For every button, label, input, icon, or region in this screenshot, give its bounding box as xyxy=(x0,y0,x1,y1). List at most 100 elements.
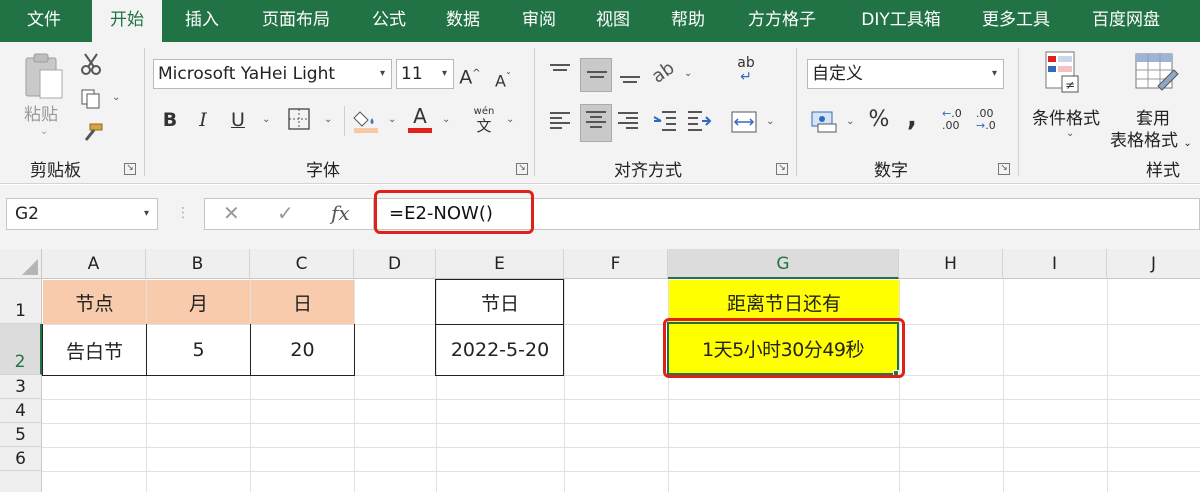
paste-dropdown-icon[interactable]: ⌄ xyxy=(40,126,48,137)
tab-insert[interactable]: 插入 xyxy=(170,0,234,42)
merge-dropdown-icon[interactable]: ⌄ xyxy=(766,116,774,127)
font-name-combo[interactable]: Microsoft YaHei Light ▾ xyxy=(153,59,392,89)
orientation-icon[interactable]: ab xyxy=(648,57,678,87)
row-header-5[interactable]: 5 xyxy=(0,423,42,447)
underline-dropdown-icon[interactable]: ⌄ xyxy=(262,114,270,125)
column-header-b[interactable]: B xyxy=(146,249,250,279)
cancel-icon[interactable]: ✕ xyxy=(223,201,240,225)
row-header-3[interactable]: 3 xyxy=(0,375,42,399)
tab-home[interactable]: 开始 xyxy=(92,0,162,43)
conditional-format-icon[interactable]: ≠ xyxy=(1044,50,1080,100)
align-right-button[interactable] xyxy=(616,108,642,142)
orientation-dropdown-icon[interactable]: ⌄ xyxy=(684,68,692,79)
column-header-e[interactable]: E xyxy=(436,249,564,279)
format-as-table-label-2[interactable]: 表格格式 ⌄ xyxy=(1110,126,1192,151)
font-launcher-icon[interactable]: ↘ xyxy=(516,163,528,175)
tab-page-layout[interactable]: 页面布局 xyxy=(248,0,344,42)
alignment-launcher-icon[interactable]: ↘ xyxy=(776,163,788,175)
format-painter-icon[interactable] xyxy=(80,122,104,148)
phonetic-button[interactable]: wén 文 xyxy=(472,106,496,134)
decrease-indent-button[interactable] xyxy=(652,108,678,138)
increase-decimal-button[interactable]: ←.0 .00 xyxy=(942,108,962,132)
bold-button[interactable]: B xyxy=(158,106,182,134)
row-header-6[interactable]: 6 xyxy=(0,447,42,471)
gridline xyxy=(564,279,565,492)
column-header-g[interactable]: G xyxy=(668,249,899,279)
align-top-button[interactable] xyxy=(546,58,574,90)
tab-fangfang[interactable]: 方方格子 xyxy=(734,0,830,42)
row-header-2[interactable]: 2 xyxy=(0,324,42,375)
font-size-combo[interactable]: 11 ▾ xyxy=(396,59,454,89)
shrink-font-button[interactable]: Aˇ xyxy=(492,64,514,95)
row-header-4[interactable]: 4 xyxy=(0,399,42,423)
alignment-group-label: 对齐方式 xyxy=(614,161,682,181)
select-all-corner[interactable] xyxy=(0,249,42,279)
tab-data[interactable]: 数据 xyxy=(432,0,494,42)
spreadsheet-grid[interactable]: A B C D E F G H I J 1 2 3 4 5 6 节点 月 日 告… xyxy=(0,249,1200,492)
format-as-table-icon[interactable] xyxy=(1134,52,1180,100)
gridline xyxy=(1003,279,1004,492)
wrap-text-button[interactable]: ab ↵ xyxy=(734,56,758,84)
underline-button[interactable]: U xyxy=(226,106,250,134)
cell-a1[interactable]: 节点 xyxy=(43,280,146,324)
column-header-c[interactable]: C xyxy=(250,249,354,279)
tab-help[interactable]: 帮助 xyxy=(656,0,720,42)
ribbon-separator xyxy=(344,106,345,136)
insert-function-icon[interactable]: fx xyxy=(331,201,350,225)
borders-button[interactable] xyxy=(284,104,314,138)
conditional-format-label[interactable]: 条件格式 xyxy=(1032,104,1100,129)
merge-center-button[interactable] xyxy=(730,110,758,138)
conditional-format-dropdown-icon[interactable]: ⌄ xyxy=(1066,128,1074,139)
phonetic-dropdown-icon[interactable]: ⌄ xyxy=(506,114,514,125)
accounting-dropdown-icon[interactable]: ⌄ xyxy=(846,116,854,127)
font-color-dropdown-icon[interactable]: ⌄ xyxy=(442,114,450,125)
column-header-a[interactable]: A xyxy=(42,249,146,279)
percent-style-button[interactable]: % xyxy=(866,106,892,134)
align-center-icon xyxy=(586,111,606,131)
align-center-button[interactable] xyxy=(580,104,612,142)
fill-color-button[interactable] xyxy=(352,104,382,140)
ribbon-separator xyxy=(144,48,145,176)
italic-button[interactable]: I xyxy=(192,106,214,134)
number-format-combo[interactable]: 自定义 ▾ xyxy=(807,59,1004,89)
cell-c1[interactable]: 日 xyxy=(251,280,354,324)
column-header-i[interactable]: I xyxy=(1003,249,1107,279)
clipboard-launcher-icon[interactable]: ↘ xyxy=(124,163,136,175)
column-header-d[interactable]: D xyxy=(354,249,436,279)
font-color-button[interactable]: A xyxy=(406,104,434,136)
gridline xyxy=(42,471,1200,472)
name-box[interactable]: G2 ▾ xyxy=(6,198,158,230)
number-launcher-icon[interactable]: ↘ xyxy=(998,163,1010,175)
column-header-f[interactable]: F xyxy=(564,249,668,279)
align-bottom-button[interactable] xyxy=(616,58,644,92)
column-header-j[interactable]: J xyxy=(1107,249,1200,279)
tab-review[interactable]: 审阅 xyxy=(508,0,570,42)
decrease-decimal-button[interactable]: .00 →.0 xyxy=(976,108,996,132)
tab-formulas[interactable]: 公式 xyxy=(358,0,420,42)
tab-diy-toolbox[interactable]: DIY工具箱 xyxy=(846,0,956,42)
align-left-button[interactable] xyxy=(548,108,574,142)
row-header-7[interactable] xyxy=(0,471,42,492)
ribbon: 粘贴 ⌄ ⌄ 剪贴板 ↘ Microsoft YaHei Light ▾ 11 … xyxy=(0,42,1200,184)
accounting-format-button[interactable] xyxy=(810,108,838,138)
borders-dropdown-icon[interactable]: ⌄ xyxy=(324,114,332,125)
tab-view[interactable]: 视图 xyxy=(582,0,644,42)
cut-icon[interactable] xyxy=(80,52,102,80)
increase-indent-button[interactable] xyxy=(686,108,712,138)
cell-b1[interactable]: 月 xyxy=(147,280,250,324)
column-header-h[interactable]: H xyxy=(899,249,1003,279)
row-header-1[interactable]: 1 xyxy=(0,279,42,324)
gridline xyxy=(1107,279,1108,492)
comma-style-button[interactable]: , xyxy=(902,104,922,132)
tab-file[interactable]: 文件 xyxy=(0,0,88,42)
tab-more-tools[interactable]: 更多工具 xyxy=(968,0,1064,42)
align-middle-button[interactable] xyxy=(580,58,612,92)
grow-font-button[interactable]: A^ xyxy=(458,60,482,91)
tab-baidu-netdisk[interactable]: 百度网盘 xyxy=(1078,0,1174,42)
splitter-icon[interactable]: ⋮ xyxy=(176,205,190,221)
gridline xyxy=(354,279,355,492)
copy-dropdown-icon[interactable]: ⌄ xyxy=(112,92,120,103)
copy-icon[interactable] xyxy=(80,88,102,114)
fill-color-dropdown-icon[interactable]: ⌄ xyxy=(388,114,396,125)
enter-icon[interactable]: ✓ xyxy=(277,201,294,225)
